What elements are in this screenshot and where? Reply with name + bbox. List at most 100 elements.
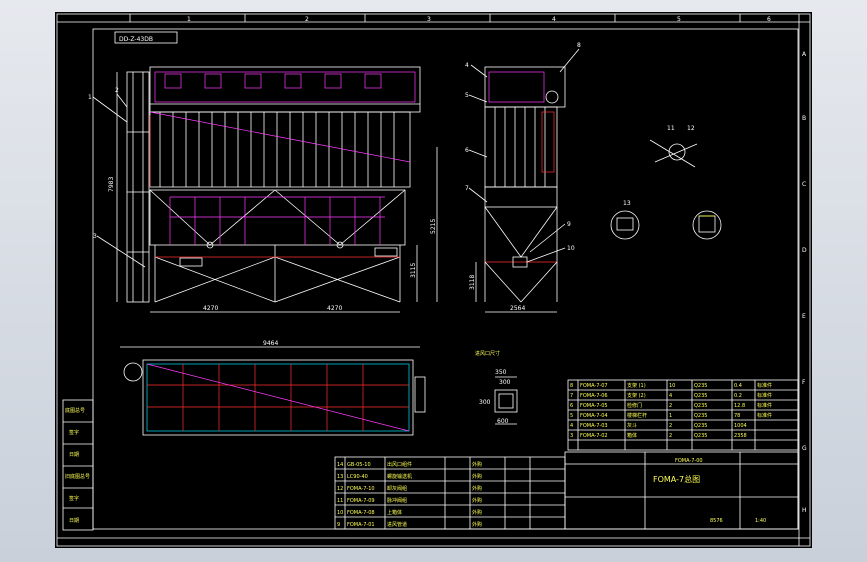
table-cell: 标准件	[757, 382, 772, 389]
callout-12: 12	[687, 125, 695, 132]
parts-list-lower: 14 GB-05-10 出风口组件 外购13 LC90-40 螺旋输送机 外购12 FOMA-…	[334, 456, 566, 530]
ruler-label-c: C	[802, 181, 806, 188]
table-cell: 楼梯栏杆	[627, 412, 647, 419]
dim-width-left: 4270	[203, 305, 218, 312]
side-view: 2564 3118 4 5 6 7 8 9 10	[465, 42, 581, 313]
stamp-4: 旧底图总号	[65, 473, 90, 480]
table-cell: 9	[337, 522, 340, 528]
table-cell: 2	[669, 423, 672, 429]
table-cell: FOMA-7-06	[580, 393, 608, 399]
table-cell: 外购	[472, 497, 482, 504]
table-cell: Q235	[694, 403, 707, 409]
title-block-name: FOMA-7总图	[653, 474, 700, 484]
callout-8: 8	[577, 42, 581, 49]
stamp-2: 签字	[69, 429, 79, 436]
cad-drawing: 1 2 3 4 5 6 A B C D E F G H DD-Z-43DB 底图…	[56, 13, 811, 547]
inlet-title: 进风口尺寸	[475, 350, 500, 357]
ruler-label-a: A	[802, 51, 807, 58]
callout-2: 2	[115, 87, 119, 94]
side-dim-low: 3118	[469, 275, 476, 290]
dim-height-mid: 5215	[430, 219, 437, 234]
table-cell: 外购	[472, 521, 482, 528]
table-cell: 4	[570, 423, 573, 429]
table-cell: 外购	[472, 485, 482, 492]
table-cell: 4	[669, 393, 672, 399]
table-cell: 出风口组件	[387, 461, 412, 468]
table-cell: 12	[337, 486, 343, 492]
callout-6: 6	[465, 147, 469, 154]
table-cell: Q235	[694, 393, 707, 399]
table-cell: FOMA-7-08	[347, 510, 375, 516]
ruler-label-d: D	[802, 247, 807, 254]
table-cell: 卸灰阀组	[387, 485, 407, 492]
table-cell: 2358	[734, 433, 747, 439]
table-cell: 灰斗	[627, 422, 637, 429]
outer-frame	[56, 13, 811, 547]
inlet-dim-b: 600	[497, 418, 509, 425]
ruler-label-1: 1	[187, 16, 191, 23]
callout-13: 13	[623, 200, 631, 207]
table-cell: 0.2	[734, 393, 742, 399]
table-cell: FOMA-7-01	[347, 522, 375, 528]
ruler-label-h: H	[802, 507, 807, 514]
side-dim-width: 2564	[510, 305, 525, 312]
table-cell: 11	[337, 498, 343, 504]
table-cell: 标准件	[757, 412, 772, 419]
stamp-5: 签字	[69, 495, 79, 502]
table-cell: FOMA-7-09	[347, 498, 375, 504]
callout-7: 7	[465, 185, 469, 192]
side-ruler: A B C D E F G H	[802, 51, 807, 514]
callout-10: 10	[567, 245, 575, 252]
table-cell: FOMA-7-03	[580, 423, 608, 429]
table-cell: Q235	[694, 433, 707, 439]
cad-drawing-viewport[interactable]: 1 2 3 4 5 6 A B C D E F G H DD-Z-43DB 底图…	[55, 12, 812, 548]
table-cell: 1	[669, 413, 672, 419]
table-cell: Q235	[694, 383, 707, 389]
table-cell: 标准件	[757, 402, 772, 409]
ruler-label-g: G	[802, 445, 807, 452]
title-block-sheet: 8576	[710, 518, 723, 524]
table-cell: FOMA-7-05	[580, 403, 608, 409]
dim-height-low: 3115	[410, 263, 417, 278]
callout-4: 4	[465, 62, 469, 69]
inlet-dim-w2: 300	[499, 379, 511, 386]
table-cell: 13	[337, 474, 343, 480]
table-cell: 5	[570, 413, 573, 419]
table-cell: FOMA-7-07	[580, 383, 608, 389]
table-cell: 检修门	[627, 402, 642, 409]
table-cell: 2	[669, 433, 672, 439]
drawing-code: DD-Z-43DB	[119, 36, 153, 43]
ruler-label-f: F	[802, 379, 806, 386]
table-cell: 标准件	[757, 392, 772, 399]
table-cell: 78	[734, 413, 740, 419]
callout-9: 9	[567, 221, 571, 228]
table-cell: 外购	[472, 509, 482, 516]
ruler-label-6: 6	[767, 16, 771, 23]
table-cell: 12.8	[734, 403, 745, 409]
callout-11: 11	[667, 125, 675, 132]
table-cell: 外购	[472, 473, 482, 480]
table-cell: 7	[570, 393, 573, 399]
top-ruler: 1 2 3 4 5 6	[57, 14, 810, 546]
table-cell: 支架 (2)	[627, 392, 646, 399]
callout-3: 3	[93, 233, 97, 240]
table-cell: 支架 (1)	[627, 382, 646, 389]
table-cell: 脉冲阀组	[387, 497, 407, 504]
table-cell: 螺旋输送机	[387, 473, 412, 480]
parts-list-upper: 8 FOMA-7-07 支架 (1) 10 Q235 0.4 标准件 7 FOMA-7-06 支架…	[567, 379, 799, 451]
left-stamp-column: 底图总号 签字 日期 旧底图总号 签字 日期	[62, 399, 94, 531]
table-cell: Q235	[694, 413, 707, 419]
table-cell: 1004	[734, 423, 747, 429]
dim-width-right: 4270	[327, 305, 342, 312]
table-cell: 箱体	[627, 432, 637, 439]
ruler-label-3: 3	[427, 16, 431, 23]
stamp-1: 底图总号	[65, 407, 85, 414]
front-view: 4270 4270 7983 5215 3115 1 2 3	[88, 66, 438, 313]
table-cell: FOMA-7-02	[580, 433, 608, 439]
table-cell: 8	[570, 383, 573, 389]
inlet-detail: 进风口尺寸 350 300 300 600	[475, 350, 518, 425]
stamp-3: 日期	[69, 452, 79, 458]
dim-total: 9464	[263, 340, 278, 347]
title-block: FOMA-7总图 FOMA-7-00 1:40 8576	[564, 451, 799, 530]
table-cell: 进风管道	[387, 521, 407, 528]
